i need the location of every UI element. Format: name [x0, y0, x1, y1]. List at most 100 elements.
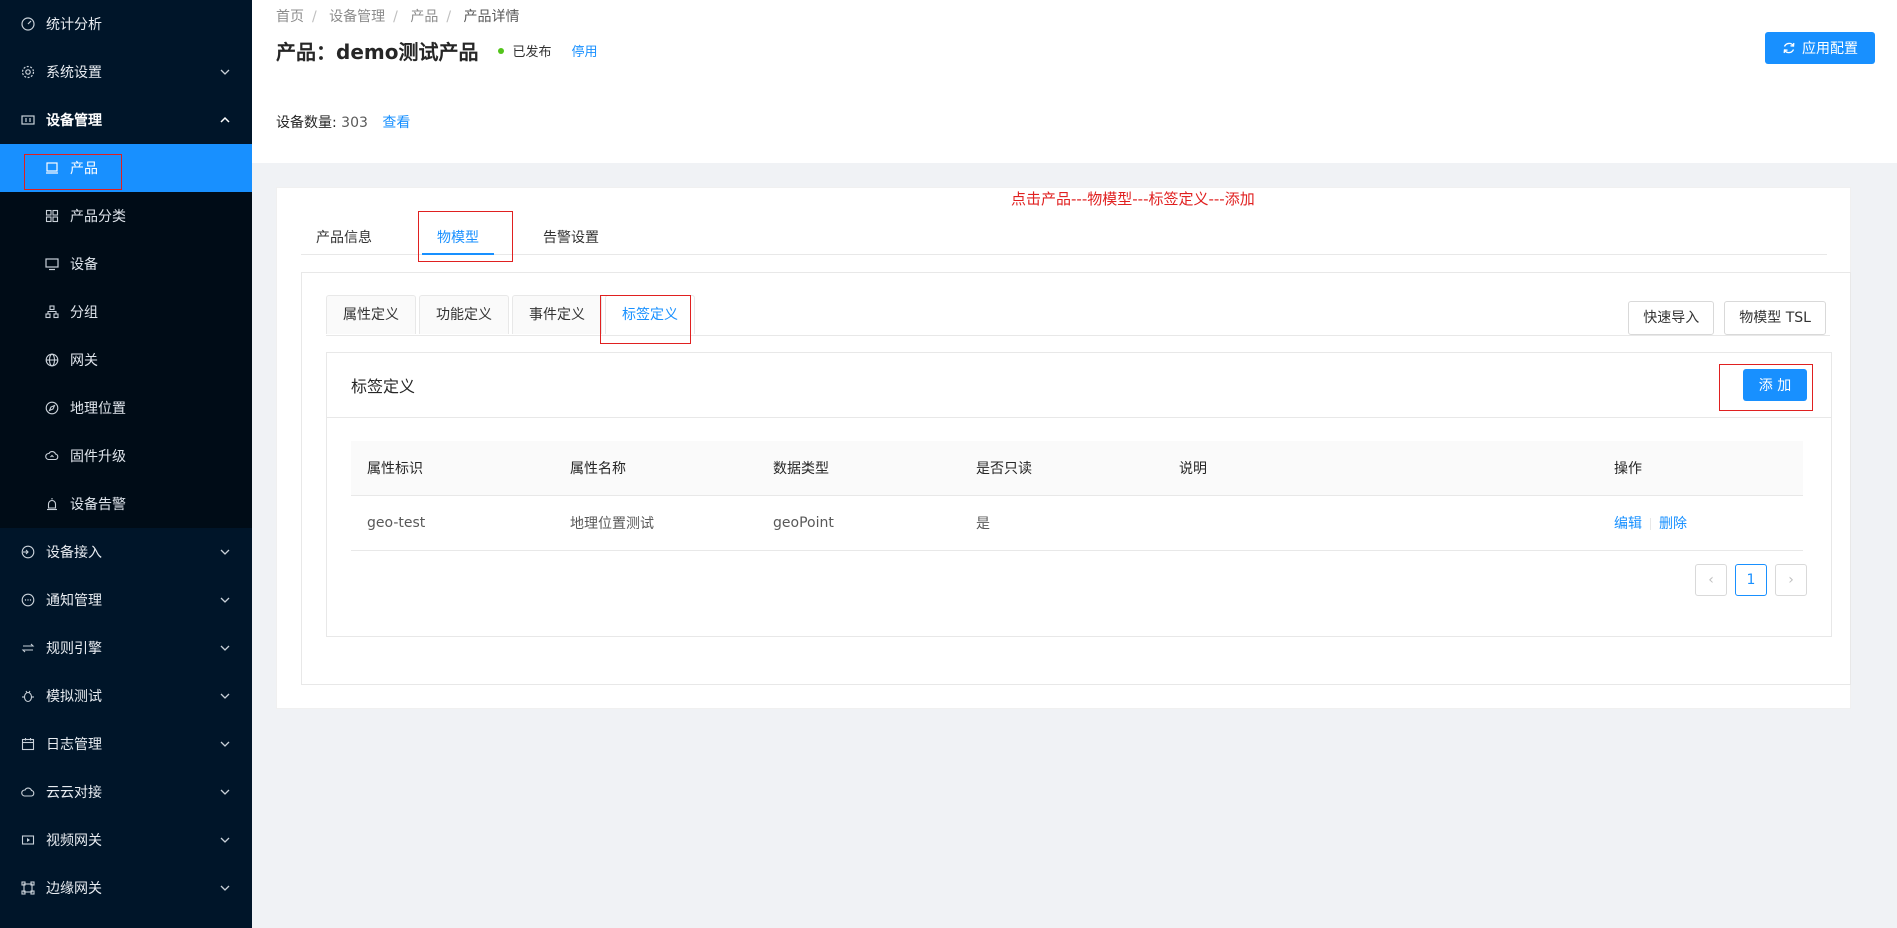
sidebar-item-label: 规则引擎: [46, 641, 102, 657]
breadcrumb-device-management[interactable]: 设备管理: [329, 9, 385, 25]
chevron-down-icon: [220, 693, 230, 699]
column-header: 操作: [1614, 461, 1642, 477]
subtab-tag[interactable]: 标签定义: [605, 295, 695, 334]
message-icon: [20, 592, 36, 608]
sidebar-item-label: 分组: [70, 305, 98, 321]
breadcrumb-current: 产品详情: [463, 9, 520, 25]
column-header: 说明: [1179, 461, 1207, 477]
chevron-down-icon: [220, 549, 230, 555]
sidebar-item-geo-location[interactable]: 地理位置: [0, 384, 252, 432]
content-card: 点击产品---物模型---标签定义---添加 产品信息 物模型 告警设置 属性定…: [276, 187, 1851, 709]
column-header: 数据类型: [773, 461, 829, 477]
apply-config-button[interactable]: 应用配置: [1765, 32, 1875, 64]
sidebar-item-device[interactable]: 设备: [0, 240, 252, 288]
subtab-event[interactable]: 事件定义: [512, 295, 602, 334]
view-devices-link[interactable]: 查看: [382, 115, 410, 131]
compass-icon: [44, 400, 60, 416]
swap-icon: [20, 640, 36, 656]
cloud-icon: [20, 784, 36, 800]
page-title: 产品：demo测试产品: [276, 40, 479, 64]
sidebar-item-edge-gateway[interactable]: 边缘网关: [0, 864, 252, 912]
cloud-upload-icon: [44, 448, 60, 464]
sidebar-item-label: 产品: [70, 161, 98, 177]
panel-header: 标签定义 添 加: [327, 353, 1831, 418]
device-count-label: 设备数量:: [276, 115, 337, 131]
sidebar-item-device-alarm[interactable]: 设备告警: [0, 480, 252, 528]
stop-link[interactable]: 停用: [571, 41, 597, 60]
page-header: 首页 / 设备管理 / 产品 / 产品详情 产品：demo测试产品 已发布 停用 应用…: [252, 0, 1897, 163]
gear-icon: [20, 64, 36, 80]
sidebar-item-label: 网关: [70, 353, 98, 369]
video-icon: [20, 832, 36, 848]
sidebar-item-system-settings[interactable]: 系统设置: [0, 48, 252, 96]
prev-page-button[interactable]: ‹: [1695, 564, 1727, 596]
sidebar-item-device-management[interactable]: 设备管理: [0, 96, 252, 144]
bug-icon: [20, 688, 36, 704]
sidebar-item-device-access[interactable]: 设备接入: [0, 528, 252, 576]
next-page-button[interactable]: ›: [1775, 564, 1807, 596]
sidebar-item-label: 产品分类: [70, 209, 126, 225]
sidebar-item-gateway[interactable]: 网关: [0, 336, 252, 384]
status-dot: [498, 47, 505, 54]
edit-link[interactable]: 编辑: [1614, 516, 1642, 532]
toolbar-buttons: 快速导入 物模型 TSL: [1618, 301, 1826, 335]
edge-icon: [20, 880, 36, 896]
sidebar-item-label: 固件升级: [70, 449, 126, 465]
sidebar-item-label: 设备接入: [46, 545, 102, 561]
sidebar-item-group[interactable]: 分组: [0, 288, 252, 336]
sidebar: 统计分析 系统设置 设备管理 产品 产品分类 设备 分组 网关 地理位置 固件升…: [0, 0, 252, 928]
chevron-down-icon: [220, 885, 230, 891]
sidebar-item-simulation[interactable]: 模拟测试: [0, 672, 252, 720]
sidebar-item-rule-engine[interactable]: 规则引擎: [0, 624, 252, 672]
cell-name: 地理位置测试: [570, 516, 654, 532]
chevron-down-icon: [220, 597, 230, 603]
add-button[interactable]: 添 加: [1743, 369, 1807, 401]
column-header: 属性标识: [367, 461, 423, 477]
product-icon: [44, 160, 60, 176]
tab-thing-model[interactable]: 物模型: [422, 222, 494, 255]
tsl-button[interactable]: 物模型 TSL: [1724, 301, 1826, 335]
tab-product-info[interactable]: 产品信息: [316, 222, 372, 254]
cell-type: geoPoint: [773, 515, 834, 531]
breadcrumb: 首页 / 设备管理 / 产品 / 产品详情: [276, 9, 520, 25]
delete-link[interactable]: 删除: [1659, 516, 1687, 532]
sync-icon: [1783, 42, 1795, 54]
login-icon: [20, 544, 36, 560]
breadcrumb-product[interactable]: 产品: [410, 9, 438, 25]
chevron-down-icon: [220, 837, 230, 843]
device-manage-icon: [20, 112, 36, 128]
sidebar-item-label: 通知管理: [46, 593, 102, 609]
device-submenu: 产品 产品分类 设备 分组 网关 地理位置 固件升级 设备告警: [0, 144, 252, 528]
dashboard-icon: [20, 16, 36, 32]
apply-config-label: 应用配置: [1802, 41, 1858, 57]
quick-import-button[interactable]: 快速导入: [1628, 301, 1715, 335]
sidebar-item-statistics[interactable]: 统计分析: [0, 0, 252, 48]
sidebar-item-video-gateway[interactable]: 视频网关: [0, 816, 252, 864]
thing-model-panel: 属性定义 功能定义 事件定义 标签定义 快速导入 物模型 TSL 标签定义 添 …: [301, 272, 1851, 685]
sidebar-item-label: 设备: [70, 257, 98, 273]
sidebar-item-label: 边缘网关: [46, 881, 102, 897]
sidebar-item-label: 云云对接: [46, 785, 102, 801]
sidebar-item-notification[interactable]: 通知管理: [0, 576, 252, 624]
cell-readonly: 是: [976, 516, 990, 532]
alarm-icon: [44, 496, 60, 512]
breadcrumb-home[interactable]: 首页: [276, 9, 304, 25]
sidebar-item-log-management[interactable]: 日志管理: [0, 720, 252, 768]
tab-alarm-settings[interactable]: 告警设置: [543, 222, 599, 254]
sidebar-item-label: 日志管理: [46, 737, 102, 753]
device-count: 设备数量: 303 查看: [276, 112, 410, 132]
calendar-icon: [20, 736, 36, 752]
pagination: ‹ 1 ›: [1687, 564, 1807, 596]
sidebar-item-label: 设备告警: [70, 497, 126, 513]
monitor-icon: [44, 256, 60, 272]
sidebar-item-firmware[interactable]: 固件升级: [0, 432, 252, 480]
annotation-text: 点击产品---物模型---标签定义---添加: [1011, 190, 1255, 208]
sidebar-item-product[interactable]: 产品: [0, 144, 252, 192]
panel-title: 标签定义: [351, 377, 416, 396]
subtab-function[interactable]: 功能定义: [419, 295, 509, 334]
sidebar-item-product-category[interactable]: 产品分类: [0, 192, 252, 240]
subtab-property[interactable]: 属性定义: [326, 295, 416, 334]
subtab-divider: [326, 335, 1830, 336]
sidebar-item-cloud-docking[interactable]: 云云对接: [0, 768, 252, 816]
page-number[interactable]: 1: [1735, 564, 1767, 596]
